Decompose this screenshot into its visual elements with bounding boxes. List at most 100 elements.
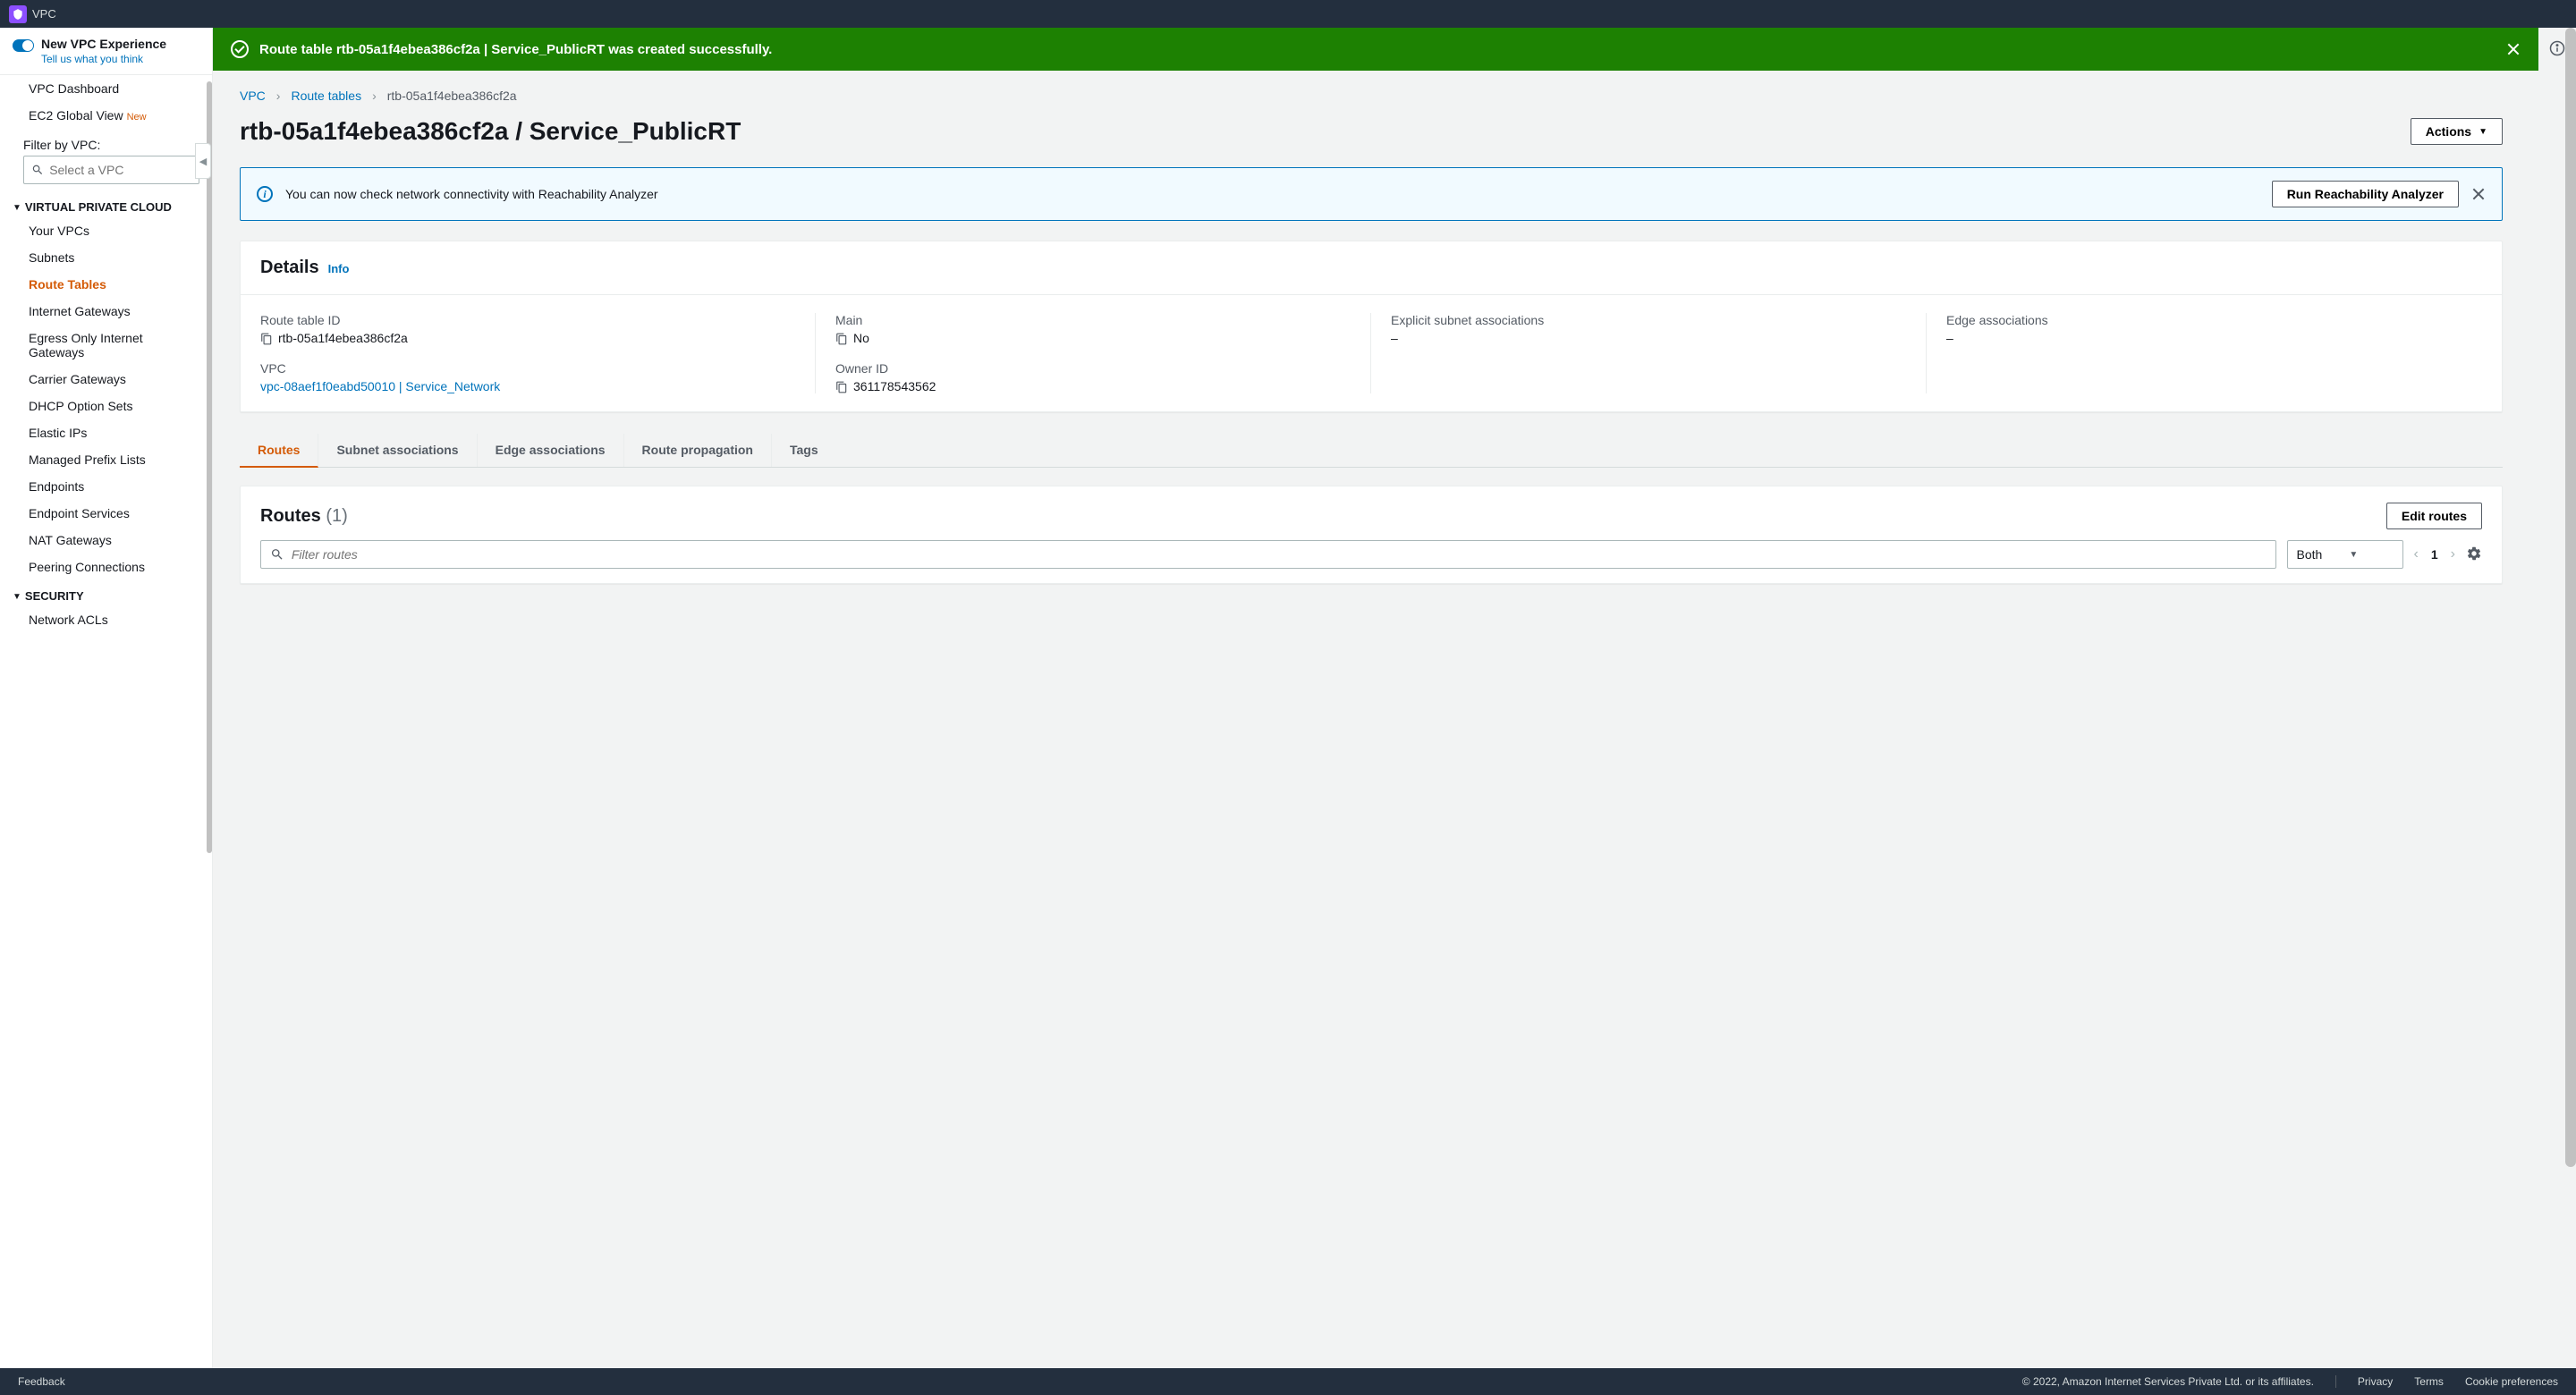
chevron-right-icon: › [276, 89, 281, 103]
caret-down-icon: ▼ [2479, 127, 2487, 137]
search-icon [270, 547, 284, 562]
sidebar-item-elastic-ips[interactable]: Elastic IPs [0, 419, 212, 446]
run-reachability-button[interactable]: Run Reachability Analyzer [2272, 181, 2459, 207]
copy-icon[interactable] [835, 333, 848, 345]
prev-page-button[interactable]: ‹ [2414, 546, 2419, 562]
explicit-value: – [1391, 331, 1398, 345]
divider [2335, 1375, 2336, 1388]
main-content: Route table rtb-05a1f4ebea386cf2a | Serv… [213, 28, 2576, 1368]
sidebar-item-egress-gateways[interactable]: Egress Only Internet Gateways [0, 325, 212, 366]
route-table-id-value: rtb-05a1f4ebea386cf2a [278, 331, 408, 345]
feedback-link[interactable]: Feedback [18, 1375, 65, 1388]
routes-filter-input[interactable] [292, 547, 2267, 562]
owner-value: 361178543562 [853, 379, 936, 393]
caret-down-icon: ▼ [13, 203, 21, 213]
sidebar-item-dashboard[interactable]: VPC Dashboard [0, 75, 212, 102]
sidebar-item-carrier-gateways[interactable]: Carrier Gateways [0, 366, 212, 393]
sidebar-section-security[interactable]: ▼SECURITY [0, 580, 212, 606]
sidebar-item-peering[interactable]: Peering Connections [0, 554, 212, 580]
chevron-right-icon: › [372, 89, 377, 103]
page-title: rtb-05a1f4ebea386cf2a / Service_PublicRT [240, 117, 741, 146]
info-panel-toggle[interactable] [2549, 40, 2565, 59]
search-icon [31, 163, 44, 177]
new-experience-title: New VPC Experience [41, 37, 166, 51]
gear-icon [2466, 545, 2482, 562]
alert-close-button[interactable] [2471, 187, 2486, 201]
filter-label: Filter by VPC: [0, 129, 212, 156]
breadcrumb-current: rtb-05a1f4ebea386cf2a [387, 89, 517, 103]
sidebar-item-nat-gateways[interactable]: NAT Gateways [0, 527, 212, 554]
breadcrumb-vpc[interactable]: VPC [240, 89, 266, 103]
sidebar-section-vpc[interactable]: ▼VIRTUAL PRIVATE CLOUD [0, 191, 212, 217]
banner-message: Route table rtb-05a1f4ebea386cf2a | Serv… [259, 42, 2496, 57]
topbar: VPC [0, 0, 2576, 28]
routes-title: Routes (1) [260, 506, 348, 527]
info-icon: i [257, 186, 273, 202]
owner-label: Owner ID [835, 361, 1351, 376]
feedback-link[interactable]: Tell us what you think [41, 53, 143, 65]
routes-filter-select[interactable]: Both ▼ [2287, 540, 2403, 569]
actions-button[interactable]: Actions ▼ [2411, 118, 2503, 145]
routes-count: (1) [326, 506, 347, 526]
sidebar-item-network-acls[interactable]: Network ACLs [0, 606, 212, 633]
route-table-id-label: Route table ID [260, 313, 795, 327]
breadcrumb-route-tables[interactable]: Route tables [291, 89, 361, 103]
banner-close-button[interactable] [2506, 42, 2521, 56]
page-number: 1 [2431, 547, 2438, 562]
reachability-text: You can now check network connectivity w… [285, 187, 2259, 201]
edit-routes-button[interactable]: Edit routes [2386, 503, 2482, 529]
tab-route-propagation[interactable]: Route propagation [624, 434, 772, 467]
next-page-button[interactable]: › [2451, 546, 2455, 562]
chevron-left-icon: ◀ [199, 156, 207, 167]
caret-down-icon: ▼ [13, 592, 21, 602]
edge-label: Edge associations [1946, 313, 2482, 327]
sidebar-item-route-tables[interactable]: Route Tables [0, 271, 212, 298]
sidebar-collapse-handle[interactable]: ◀ [195, 143, 211, 179]
tab-edge-associations[interactable]: Edge associations [478, 434, 624, 467]
copy-icon[interactable] [260, 333, 273, 345]
details-info-link[interactable]: Info [328, 262, 350, 275]
tab-tags[interactable]: Tags [772, 434, 836, 467]
routes-filter-box[interactable] [260, 540, 2276, 569]
main-scrollbar[interactable] [2565, 28, 2576, 1368]
new-badge: New [127, 112, 147, 123]
main-value: No [853, 331, 869, 345]
new-experience-toggle[interactable] [13, 39, 34, 52]
sidebar-item-global-view[interactable]: EC2 Global ViewNew [0, 102, 212, 129]
explicit-label: Explicit subnet associations [1391, 313, 1906, 327]
terms-link[interactable]: Terms [2414, 1375, 2444, 1388]
copyright: © 2022, Amazon Internet Services Private… [2022, 1375, 2314, 1388]
tab-routes[interactable]: Routes [240, 434, 318, 468]
settings-button[interactable] [2466, 545, 2482, 564]
pagination: ‹ 1 › [2414, 546, 2455, 562]
vpc-label: VPC [260, 361, 795, 376]
sidebar-scrollbar[interactable] [207, 81, 212, 1368]
success-banner: Route table rtb-05a1f4ebea386cf2a | Serv… [213, 28, 2538, 71]
sidebar-item-your-vpcs[interactable]: Your VPCs [0, 217, 212, 244]
sidebar-item-endpoints[interactable]: Endpoints [0, 473, 212, 500]
service-name: VPC [32, 7, 56, 21]
vpc-link[interactable]: vpc-08aef1f0eabd50010 | Service_Network [260, 379, 500, 393]
cookies-link[interactable]: Cookie preferences [2465, 1375, 2558, 1388]
copy-icon[interactable] [835, 381, 848, 393]
vpc-filter-select[interactable] [23, 156, 199, 184]
new-experience-box: New VPC Experience Tell us what you thin… [0, 28, 212, 75]
reachability-alert: i You can now check network connectivity… [240, 167, 2503, 221]
edge-value: – [1946, 331, 1953, 345]
sidebar-item-prefix-lists[interactable]: Managed Prefix Lists [0, 446, 212, 473]
sidebar-item-dhcp[interactable]: DHCP Option Sets [0, 393, 212, 419]
caret-down-icon: ▼ [2349, 550, 2358, 560]
vpc-service-icon [9, 5, 27, 23]
tabs: Routes Subnet associations Edge associat… [240, 434, 2503, 468]
details-panel: Details Info Route table ID rtb-05a1f4eb… [240, 241, 2503, 412]
breadcrumb: VPC › Route tables › rtb-05a1f4ebea386cf… [240, 89, 2503, 103]
sidebar-item-internet-gateways[interactable]: Internet Gateways [0, 298, 212, 325]
sidebar-item-subnets[interactable]: Subnets [0, 244, 212, 271]
details-title: Details [260, 258, 319, 278]
tab-subnet-associations[interactable]: Subnet associations [318, 434, 477, 467]
success-check-icon [231, 40, 249, 58]
vpc-filter-input[interactable] [49, 163, 191, 177]
sidebar: New VPC Experience Tell us what you thin… [0, 28, 213, 1368]
privacy-link[interactable]: Privacy [2358, 1375, 2393, 1388]
sidebar-item-endpoint-services[interactable]: Endpoint Services [0, 500, 212, 527]
